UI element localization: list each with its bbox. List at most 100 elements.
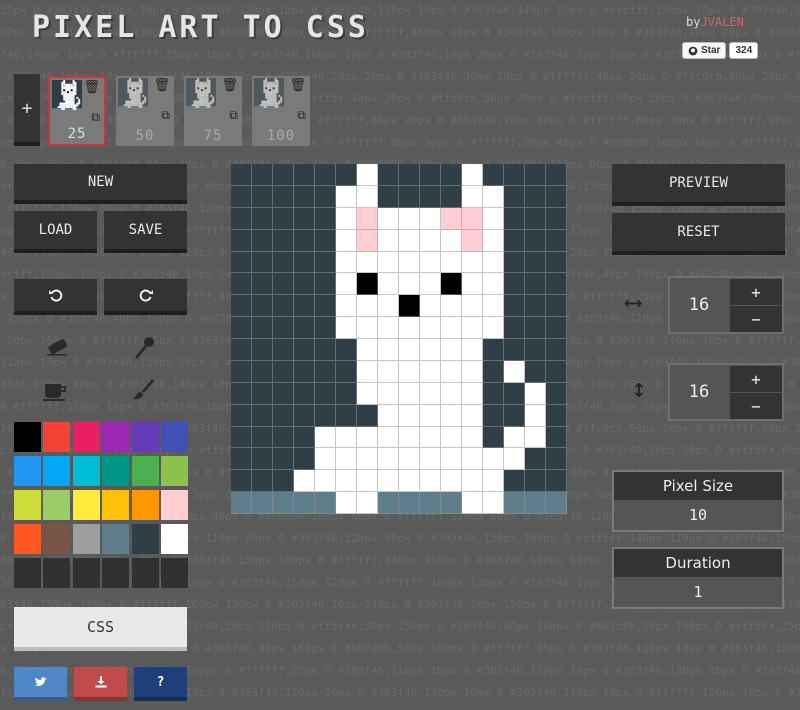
color-swatch[interactable] — [43, 490, 71, 520]
pixel-cell[interactable] — [252, 317, 273, 339]
eyedropper-tool[interactable] — [128, 333, 158, 363]
pixel-cell[interactable] — [546, 185, 567, 208]
pixel-cell[interactable] — [252, 339, 273, 361]
pixel-cell[interactable] — [525, 185, 546, 208]
pixel-cell[interactable] — [231, 426, 252, 449]
pixel-cell[interactable] — [315, 404, 336, 427]
pixel-cell[interactable] — [252, 404, 273, 427]
pixel-cell[interactable] — [483, 207, 504, 230]
pixel-cell[interactable] — [378, 164, 399, 186]
pixel-cell[interactable] — [546, 273, 567, 296]
pixel-cell[interactable] — [483, 229, 504, 252]
pixel-cell[interactable] — [525, 317, 546, 339]
color-swatch[interactable] — [43, 456, 71, 486]
help-button[interactable]: ? — [134, 667, 187, 701]
pixel-cell[interactable] — [357, 339, 378, 361]
color-swatch[interactable] — [102, 422, 130, 452]
pixel-cell[interactable] — [336, 295, 357, 318]
pixel-cell[interactable] — [420, 273, 441, 296]
pixel-cell[interactable] — [273, 164, 294, 186]
pixel-cell[interactable] — [378, 317, 399, 339]
pixel-cell[interactable] — [252, 470, 273, 493]
pixel-cell[interactable] — [378, 185, 399, 208]
pixel-cell[interactable] — [273, 360, 294, 383]
github-star-button[interactable]: Star — [682, 42, 727, 59]
height-value[interactable]: 16 — [670, 365, 728, 419]
color-swatch[interactable] — [43, 558, 71, 588]
pixel-cell[interactable] — [525, 164, 546, 186]
pixel-cell[interactable] — [525, 295, 546, 318]
pixel-cell[interactable] — [336, 273, 357, 296]
pixel-cell[interactable] — [231, 339, 252, 361]
pixel-cell[interactable] — [378, 448, 399, 471]
pixel-cell[interactable] — [525, 360, 546, 383]
pixel-cell[interactable] — [252, 185, 273, 208]
pixel-cell[interactable] — [336, 426, 357, 449]
frame-3[interactable]: 🗑 ⧉ 100 — [252, 76, 310, 146]
pixel-cell[interactable] — [462, 317, 483, 339]
pixel-cell[interactable] — [273, 185, 294, 208]
color-swatch[interactable] — [131, 524, 159, 554]
pixel-cell[interactable] — [294, 229, 315, 252]
pixel-cell[interactable] — [336, 251, 357, 274]
bucket-tool[interactable] — [40, 375, 70, 405]
pixel-cell[interactable] — [462, 339, 483, 361]
pixel-cell[interactable] — [546, 470, 567, 493]
color-swatch[interactable] — [102, 524, 130, 554]
pixel-cell[interactable] — [357, 382, 378, 405]
width-value[interactable]: 16 — [670, 278, 728, 332]
color-swatch[interactable] — [102, 558, 130, 588]
pixel-cell[interactable] — [273, 448, 294, 471]
pixel-cell[interactable] — [546, 360, 567, 383]
pixel-cell[interactable] — [420, 229, 441, 252]
pixel-cell[interactable] — [231, 207, 252, 230]
pixel-cell[interactable] — [441, 251, 462, 274]
pixel-cell[interactable] — [483, 426, 504, 449]
pixel-cell[interactable] — [462, 164, 483, 186]
pixel-cell[interactable] — [483, 339, 504, 361]
pixel-cell[interactable] — [504, 185, 525, 208]
pixel-cell[interactable] — [504, 207, 525, 230]
pixel-cell[interactable] — [273, 207, 294, 230]
pixel-cell[interactable] — [273, 470, 294, 493]
pixel-cell[interactable] — [504, 360, 525, 383]
pixel-cell[interactable] — [399, 185, 420, 208]
duplicate-frame-icon[interactable]: ⧉ — [297, 108, 306, 123]
pixel-cell[interactable] — [336, 360, 357, 383]
pixel-cell[interactable] — [378, 207, 399, 230]
pixel-cell[interactable] — [336, 207, 357, 230]
pixel-cell[interactable] — [294, 339, 315, 361]
pixel-cell[interactable] — [483, 317, 504, 339]
pixel-cell[interactable] — [504, 164, 525, 186]
pixel-cell[interactable] — [399, 426, 420, 449]
pixel-cell[interactable] — [399, 404, 420, 427]
pixel-cell[interactable] — [525, 251, 546, 274]
pixel-cell[interactable] — [546, 317, 567, 339]
pixel-cell[interactable] — [462, 448, 483, 471]
pixel-cell[interactable] — [504, 448, 525, 471]
pixel-cell[interactable] — [252, 492, 273, 514]
duplicate-frame-icon[interactable]: ⧉ — [161, 108, 170, 123]
pixel-cell[interactable] — [546, 492, 567, 514]
pixel-cell[interactable] — [462, 229, 483, 252]
color-swatch[interactable] — [14, 558, 41, 588]
pixel-cell[interactable] — [357, 185, 378, 208]
duplicate-frame-icon[interactable]: ⧉ — [229, 108, 238, 123]
pixel-cell[interactable] — [357, 207, 378, 230]
pixel-cell[interactable] — [231, 470, 252, 493]
pixel-cell[interactable] — [252, 382, 273, 405]
pixel-cell[interactable] — [441, 404, 462, 427]
pixel-cell[interactable] — [420, 382, 441, 405]
pixel-cell[interactable] — [315, 207, 336, 230]
pixel-cell[interactable] — [273, 273, 294, 296]
pixel-cell[interactable] — [462, 426, 483, 449]
pixel-cell[interactable] — [420, 492, 441, 514]
undo-button[interactable] — [14, 279, 97, 315]
pixel-cell[interactable] — [399, 273, 420, 296]
pixel-cell[interactable] — [399, 164, 420, 186]
load-button[interactable]: LOAD — [14, 211, 97, 253]
pixel-cell[interactable] — [294, 360, 315, 383]
pixel-cell[interactable] — [420, 470, 441, 493]
color-swatch[interactable] — [102, 490, 130, 520]
pixel-cell[interactable] — [462, 207, 483, 230]
